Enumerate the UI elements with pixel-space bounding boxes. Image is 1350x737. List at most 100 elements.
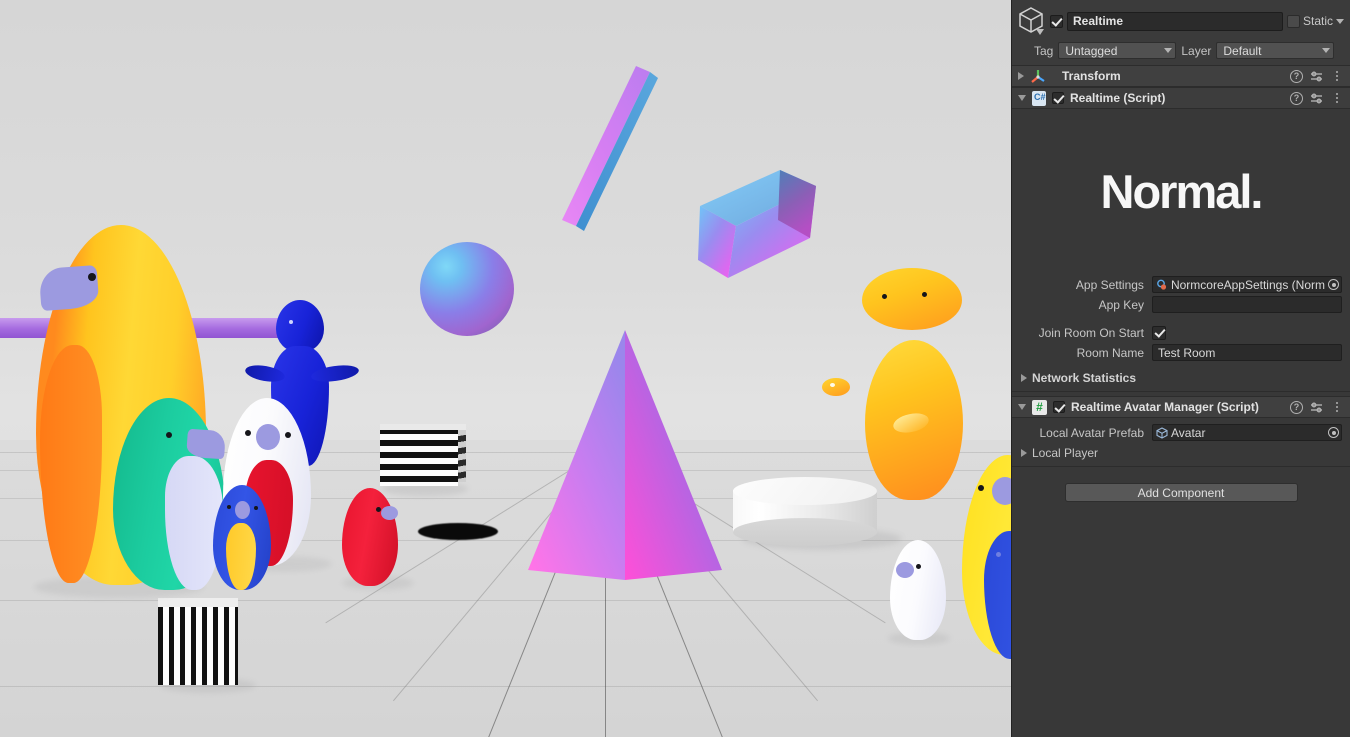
network-statistics-label: Network Statistics <box>1032 371 1136 385</box>
gradient-cube <box>698 168 818 280</box>
foldout-arrow-icon[interactable] <box>1018 404 1026 410</box>
striped-box-horizontal <box>380 428 458 486</box>
chevron-down-icon <box>1164 48 1172 53</box>
tag-layer-row: Tag Untagged Layer Default <box>1012 40 1350 65</box>
help-icon[interactable]: ? <box>1290 401 1303 414</box>
inspector-header: Realtime Static <box>1012 0 1350 40</box>
tag-dropdown[interactable]: Untagged <box>1058 42 1176 59</box>
component-icon-group: ? <box>1290 92 1343 105</box>
room-name-input[interactable]: Test Room <box>1152 344 1342 361</box>
foldout-arrow-icon[interactable] <box>1021 449 1027 457</box>
component-header-avatar-manager[interactable]: # Realtime Avatar Manager (Script) ? <box>1012 396 1350 418</box>
gameobject-name-input[interactable]: Realtime <box>1067 12 1283 31</box>
property-row-room-name: Room Name Test Room <box>1012 343 1342 362</box>
tag-label: Tag <box>1034 44 1053 58</box>
brand-logo-text: Normal. <box>1101 164 1262 219</box>
room-name-value: Test Room <box>1158 346 1215 360</box>
normcore-brand-logo: Normal. <box>1012 109 1350 274</box>
tag-value: Untagged <box>1065 44 1117 58</box>
preset-icon[interactable] <box>1310 401 1323 414</box>
foldout-local-player[interactable]: Local Player <box>1012 443 1350 462</box>
orange-blob-body[interactable] <box>865 340 963 500</box>
striped-box-horizontal-top <box>380 424 466 430</box>
small-blue-yellow-penguin[interactable] <box>213 485 271 590</box>
component-enabled-checkbox[interactable] <box>1053 401 1065 413</box>
layer-dropdown[interactable]: Default <box>1216 42 1334 59</box>
striped-box-vertical <box>158 605 238 685</box>
gradient-pyramid <box>524 330 729 580</box>
grid-line-horizontal <box>0 600 1011 601</box>
csharp-script-icon: C# <box>1032 91 1046 106</box>
yellow-blue-penguin-right[interactable] <box>962 455 1011 655</box>
room-name-label: Room Name <box>1012 346 1152 360</box>
property-row-app-key: App Key <box>1012 295 1342 314</box>
gameobject-enabled-checkbox[interactable] <box>1050 15 1063 28</box>
component-icon-group: ? <box>1290 401 1343 414</box>
foldout-arrow-icon[interactable] <box>1018 95 1026 101</box>
object-shadow <box>418 523 498 540</box>
app-key-label: App Key <box>1012 298 1152 312</box>
app-settings-object-field[interactable]: NormcoreAppSettings (Norm <box>1152 276 1342 293</box>
component-title-transform: Transform <box>1052 69 1284 83</box>
add-component-button[interactable]: Add Component <box>1065 483 1298 502</box>
foldout-network-statistics[interactable]: Network Statistics <box>1012 368 1350 387</box>
foldout-arrow-icon[interactable] <box>1018 72 1024 80</box>
small-orange-blob[interactable] <box>822 378 850 396</box>
white-cylinder-platform-top <box>733 477 877 505</box>
scriptable-object-icon <box>1156 279 1168 291</box>
app-key-input[interactable] <box>1152 296 1342 313</box>
component-header-transform[interactable]: Transform ? <box>1012 65 1350 87</box>
chevron-down-icon[interactable] <box>1336 19 1344 24</box>
object-picker-icon[interactable] <box>1328 279 1339 290</box>
divider <box>1012 391 1350 392</box>
red-penguin[interactable] <box>342 488 398 586</box>
prefab-cube-icon <box>1156 427 1168 439</box>
local-avatar-prefab-value: Avatar <box>1171 426 1325 440</box>
striped-box-vertical-top <box>158 598 238 607</box>
component-title-realtime-script: Realtime (Script) <box>1070 91 1284 105</box>
property-row-app-settings: App Settings NormcoreAppSettings (Norm <box>1012 275 1342 294</box>
static-label: Static <box>1303 14 1333 28</box>
preset-icon[interactable] <box>1310 70 1323 83</box>
static-toggle-group[interactable]: Static <box>1287 14 1346 28</box>
more-options-icon[interactable] <box>1330 92 1343 105</box>
grid-line-horizontal <box>0 686 1011 687</box>
static-checkbox[interactable] <box>1287 15 1300 28</box>
app-settings-label: App Settings <box>1012 278 1152 292</box>
add-component-row: Add Component <box>1012 471 1350 502</box>
white-cylinder-platform-bottom <box>733 518 877 546</box>
component-title-avatar-manager: Realtime Avatar Manager (Script) <box>1071 400 1284 414</box>
preset-icon[interactable] <box>1310 92 1323 105</box>
foldout-arrow-icon[interactable] <box>1021 374 1027 382</box>
transform-axis-icon <box>1030 69 1046 84</box>
teal-penguin[interactable] <box>113 398 225 590</box>
layer-value: Default <box>1223 44 1261 58</box>
game-object-cube-icon <box>1018 6 1046 36</box>
property-row-local-avatar-prefab: Local Avatar Prefab Avatar <box>1012 423 1342 442</box>
white-small-penguin[interactable] <box>890 540 946 640</box>
local-avatar-prefab-object-field[interactable]: Avatar <box>1152 424 1342 441</box>
component-icon-group: ? <box>1290 70 1343 83</box>
orange-blob-head[interactable] <box>862 268 962 330</box>
inspector-panel: Realtime Static Tag Untagged Layer Defau… <box>1011 0 1350 737</box>
scene-view[interactable] <box>0 0 1011 737</box>
component-header-realtime-script[interactable]: C# Realtime (Script) ? <box>1012 87 1350 109</box>
join-room-on-start-checkbox[interactable] <box>1152 326 1166 340</box>
local-avatar-prefab-label: Local Avatar Prefab <box>1012 426 1152 440</box>
help-icon[interactable]: ? <box>1290 92 1303 105</box>
gameobject-name-value: Realtime <box>1073 14 1123 28</box>
chevron-down-icon <box>1322 48 1330 53</box>
property-row-join-room-on-start: Join Room On Start <box>1012 323 1342 342</box>
unity-editor-window: Realtime Static Tag Untagged Layer Defau… <box>0 0 1350 737</box>
help-icon[interactable]: ? <box>1290 70 1303 83</box>
more-options-icon[interactable] <box>1330 401 1343 414</box>
local-player-label: Local Player <box>1032 446 1098 460</box>
layer-label: Layer <box>1181 44 1211 58</box>
divider <box>1012 466 1350 467</box>
app-settings-value: NormcoreAppSettings (Norm <box>1171 278 1325 292</box>
striped-box-horizontal-side <box>458 424 466 482</box>
component-enabled-checkbox[interactable] <box>1052 92 1064 104</box>
more-options-icon[interactable] <box>1330 70 1343 83</box>
gradient-sphere <box>420 242 514 336</box>
object-picker-icon[interactable] <box>1328 427 1339 438</box>
